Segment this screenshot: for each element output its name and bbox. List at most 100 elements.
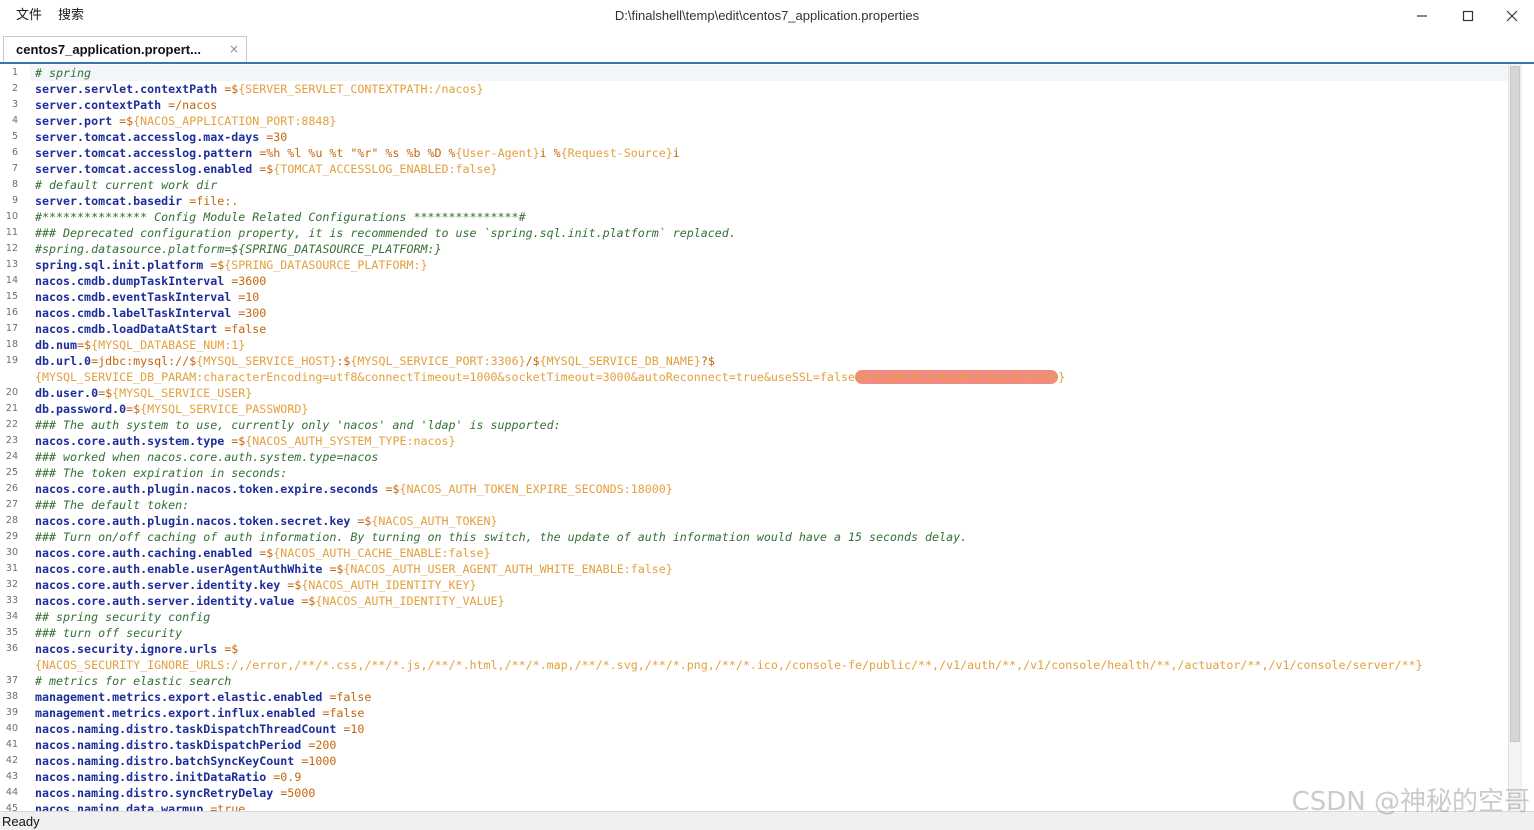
line-content[interactable]: ### Deprecated configuration property, i…: [30, 225, 1508, 241]
tab-close-icon[interactable]: ×: [227, 41, 241, 57]
editor-line[interactable]: 16 nacos.cmdb.labelTaskInterval =300: [0, 305, 1508, 321]
editor-line[interactable]: 45 nacos.naming.data.warmup =true: [0, 801, 1508, 811]
line-content[interactable]: nacos.naming.data.warmup =true: [30, 801, 1508, 811]
editor-line[interactable]: 38 management.metrics.export.elastic.enab…: [0, 689, 1508, 705]
editor-line[interactable]: 23 nacos.core.auth.system.type =${NACOS_A…: [0, 433, 1508, 449]
editor-line[interactable]: 14 nacos.cmdb.dumpTaskInterval =3600: [0, 273, 1508, 289]
editor-line[interactable]: 7 server.tomcat.accesslog.enabled =${TOMC…: [0, 161, 1508, 177]
editor-line[interactable]: 43 nacos.naming.distro.initDataRatio =0.9: [0, 769, 1508, 785]
line-content[interactable]: nacos.security.ignore.urls =$: [30, 641, 1508, 657]
editor-line[interactable]: 4 server.port =${NACOS_APPLICATION_PORT:8…: [0, 113, 1508, 129]
editor-line[interactable]: 13 spring.sql.init.platform =${SPRING_DAT…: [0, 257, 1508, 273]
editor-line[interactable]: 5 server.tomcat.accesslog.max-days =30: [0, 129, 1508, 145]
line-content[interactable]: # spring: [30, 65, 1508, 81]
editor-line[interactable]: 22 ### The auth system to use, currently …: [0, 417, 1508, 433]
line-content[interactable]: nacos.core.auth.system.type =${NACOS_AUT…: [30, 433, 1508, 449]
editor-line[interactable]: 39 management.metrics.export.influx.enabl…: [0, 705, 1508, 721]
line-content[interactable]: server.port =${NACOS_APPLICATION_PORT:88…: [30, 113, 1508, 129]
line-content[interactable]: ## spring security config: [30, 609, 1508, 625]
line-content[interactable]: db.password.0=${MYSQL_SERVICE_PASSWORD}: [30, 401, 1508, 417]
editor-line[interactable]: {NACOS_SECURITY_IGNORE_URLS:/,/error,/**…: [0, 657, 1508, 673]
line-content[interactable]: ### The default token:: [30, 497, 1508, 513]
editor-line[interactable]: 15 nacos.cmdb.eventTaskInterval =10: [0, 289, 1508, 305]
line-content[interactable]: #spring.datasource.platform=${SPRING_DAT…: [30, 241, 1508, 257]
editor-line[interactable]: 44 nacos.naming.distro.syncRetryDelay =50…: [0, 785, 1508, 801]
line-content[interactable]: ### The token expiration in seconds:: [30, 465, 1508, 481]
editor-line[interactable]: 10 #*************** Config Module Related…: [0, 209, 1508, 225]
line-content[interactable]: ### Turn on/off caching of auth informat…: [30, 529, 1508, 545]
code-editor[interactable]: 1 # spring 2 server.servlet.contextPath =${…: [0, 64, 1508, 811]
line-content[interactable]: ### The auth system to use, currently on…: [30, 417, 1508, 433]
line-content[interactable]: nacos.core.auth.server.identity.key =${N…: [30, 577, 1508, 593]
line-content[interactable]: nacos.core.auth.plugin.nacos.token.secre…: [30, 513, 1508, 529]
line-content[interactable]: server.tomcat.accesslog.enabled =${TOMCA…: [30, 161, 1508, 177]
close-button[interactable]: [1501, 6, 1523, 26]
vertical-scrollbar[interactable]: [1508, 64, 1521, 811]
line-content[interactable]: nacos.naming.distro.batchSyncKeyCount =1…: [30, 753, 1508, 769]
editor-line[interactable]: 40 nacos.naming.distro.taskDispatchThread…: [0, 721, 1508, 737]
line-content[interactable]: nacos.cmdb.loadDataAtStart =false: [30, 321, 1508, 337]
editor-line[interactable]: 24 ### worked when nacos.core.auth.system…: [0, 449, 1508, 465]
line-content[interactable]: # metrics for elastic search: [30, 673, 1508, 689]
editor-line[interactable]: 25 ### The token expiration in seconds:: [0, 465, 1508, 481]
menu-file[interactable]: 文件: [16, 7, 42, 25]
editor-line[interactable]: 2 server.servlet.contextPath =${SERVER_SE…: [0, 81, 1508, 97]
line-content[interactable]: nacos.cmdb.labelTaskInterval =300: [30, 305, 1508, 321]
line-content[interactable]: db.url.0=jdbc:mysql://${MYSQL_SERVICE_HO…: [30, 353, 1508, 369]
line-content[interactable]: nacos.core.auth.plugin.nacos.token.expir…: [30, 481, 1508, 497]
menu-search[interactable]: 搜索: [58, 7, 84, 25]
line-content[interactable]: db.num=${MYSQL_DATABASE_NUM:1}: [30, 337, 1508, 353]
editor-line[interactable]: 20 db.user.0=${MYSQL_SERVICE_USER}: [0, 385, 1508, 401]
line-content[interactable]: server.contextPath =/nacos: [30, 97, 1508, 113]
line-content[interactable]: nacos.core.auth.enable.userAgentAuthWhit…: [30, 561, 1508, 577]
editor-line[interactable]: 41 nacos.naming.distro.taskDispatchPeriod…: [0, 737, 1508, 753]
line-content[interactable]: {NACOS_SECURITY_IGNORE_URLS:/,/error,/**…: [30, 657, 1508, 673]
editor-line[interactable]: 42 nacos.naming.distro.batchSyncKeyCount …: [0, 753, 1508, 769]
line-content[interactable]: {MYSQL_SERVICE_DB_PARAM:characterEncodin…: [30, 369, 1508, 385]
editor-line[interactable]: 31 nacos.core.auth.enable.userAgentAuthWh…: [0, 561, 1508, 577]
editor-line[interactable]: 26 nacos.core.auth.plugin.nacos.token.exp…: [0, 481, 1508, 497]
editor-line[interactable]: 11 ### Deprecated configuration property,…: [0, 225, 1508, 241]
minimize-button[interactable]: [1411, 6, 1433, 26]
line-content[interactable]: nacos.cmdb.dumpTaskInterval =3600: [30, 273, 1508, 289]
line-content[interactable]: ### worked when nacos.core.auth.system.t…: [30, 449, 1508, 465]
editor-line[interactable]: 33 nacos.core.auth.server.identity.value …: [0, 593, 1508, 609]
editor-line[interactable]: 35 ### turn off security: [0, 625, 1508, 641]
line-content[interactable]: nacos.cmdb.eventTaskInterval =10: [30, 289, 1508, 305]
editor-line[interactable]: 1 # spring: [0, 65, 1508, 81]
line-content[interactable]: management.metrics.export.elastic.enable…: [30, 689, 1508, 705]
line-content[interactable]: spring.sql.init.platform =${SPRING_DATAS…: [30, 257, 1508, 273]
editor-line[interactable]: 28 nacos.core.auth.plugin.nacos.token.sec…: [0, 513, 1508, 529]
maximize-button[interactable]: [1457, 6, 1479, 26]
line-content[interactable]: nacos.naming.distro.initDataRatio =0.9: [30, 769, 1508, 785]
line-content[interactable]: #*************** Config Module Related C…: [30, 209, 1508, 225]
line-content[interactable]: # default current work dir: [30, 177, 1508, 193]
line-content[interactable]: nacos.core.auth.server.identity.value =$…: [30, 593, 1508, 609]
editor-line[interactable]: 6 server.tomcat.accesslog.pattern =%h %l …: [0, 145, 1508, 161]
editor-line[interactable]: 12 #spring.datasource.platform=${SPRING_D…: [0, 241, 1508, 257]
editor-line[interactable]: 36 nacos.security.ignore.urls =$: [0, 641, 1508, 657]
editor-line[interactable]: 21 db.password.0=${MYSQL_SERVICE_PASSWORD…: [0, 401, 1508, 417]
editor-line[interactable]: 27 ### The default token:: [0, 497, 1508, 513]
line-content[interactable]: server.tomcat.accesslog.max-days =30: [30, 129, 1508, 145]
editor-line[interactable]: 3 server.contextPath =/nacos: [0, 97, 1508, 113]
editor-line[interactable]: 29 ### Turn on/off caching of auth inform…: [0, 529, 1508, 545]
editor-line[interactable]: 37 # metrics for elastic search: [0, 673, 1508, 689]
line-content[interactable]: ### turn off security: [30, 625, 1508, 641]
editor-line[interactable]: 34 ## spring security config: [0, 609, 1508, 625]
editor-line[interactable]: 32 nacos.core.auth.server.identity.key =$…: [0, 577, 1508, 593]
line-content[interactable]: management.metrics.export.influx.enabled…: [30, 705, 1508, 721]
editor-line[interactable]: 19 db.url.0=jdbc:mysql://${MYSQL_SERVICE_…: [0, 353, 1508, 369]
line-content[interactable]: nacos.core.auth.caching.enabled =${NACOS…: [30, 545, 1508, 561]
scrollbar-thumb[interactable]: [1510, 66, 1520, 742]
editor-line[interactable]: 8 # default current work dir: [0, 177, 1508, 193]
line-content[interactable]: server.tomcat.basedir =file:.: [30, 193, 1508, 209]
line-content[interactable]: nacos.naming.distro.taskDispatchPeriod =…: [30, 737, 1508, 753]
line-content[interactable]: db.user.0=${MYSQL_SERVICE_USER}: [30, 385, 1508, 401]
editor-line[interactable]: {MYSQL_SERVICE_DB_PARAM:characterEncodin…: [0, 369, 1508, 385]
editor-line[interactable]: 30 nacos.core.auth.caching.enabled =${NAC…: [0, 545, 1508, 561]
editor-line[interactable]: 9 server.tomcat.basedir =file:.: [0, 193, 1508, 209]
line-content[interactable]: nacos.naming.distro.syncRetryDelay =5000: [30, 785, 1508, 801]
editor-line[interactable]: 17 nacos.cmdb.loadDataAtStart =false: [0, 321, 1508, 337]
line-content[interactable]: server.tomcat.accesslog.pattern =%h %l %…: [30, 145, 1508, 161]
